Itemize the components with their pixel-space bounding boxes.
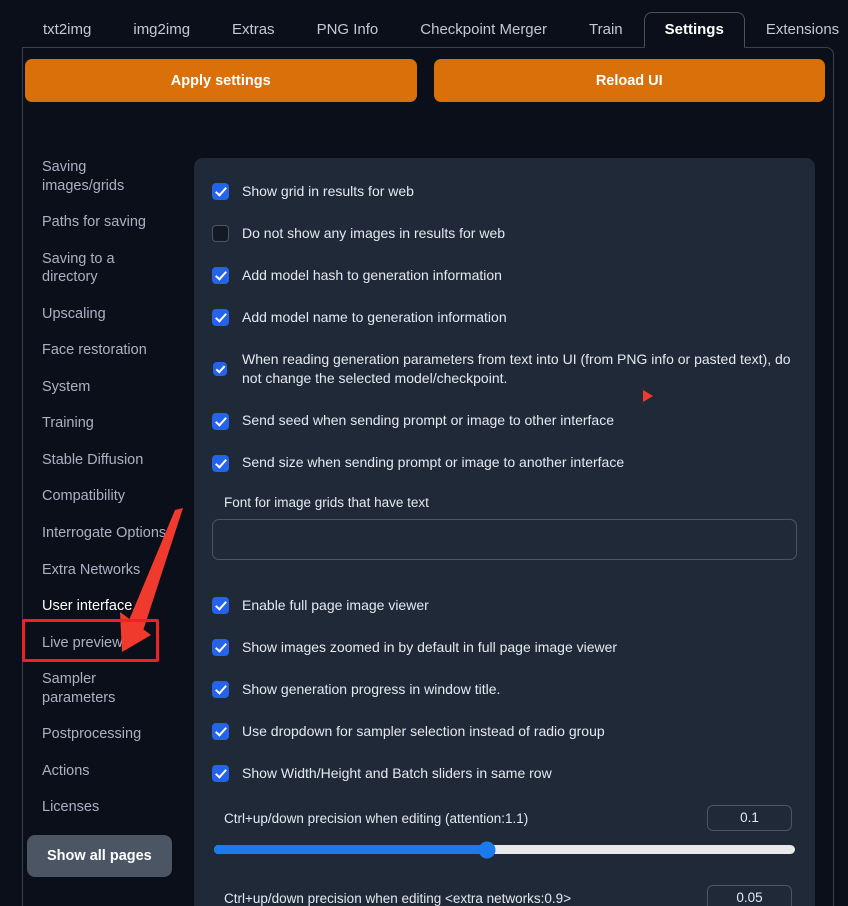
action-button-row: Apply settings Reload UI (25, 59, 825, 102)
checkbox-label: Send seed when sending prompt or image t… (242, 412, 615, 429)
sidebar-item-stable-diffusion[interactable]: Stable Diffusion (26, 451, 171, 470)
checkbox-row[interactable]: Show generation progress in window title… (212, 680, 797, 700)
checkbox-row[interactable]: Use dropdown for sampler selection inste… (212, 722, 797, 742)
active-tab-seam (580, 0, 690, 1)
sidebar-item-compatibility[interactable]: Compatibility (26, 487, 171, 506)
sidebar-item-user-interface[interactable]: User interface (26, 597, 171, 616)
checkbox-checked-icon[interactable] (212, 723, 229, 741)
tab-train[interactable]: Train (568, 12, 644, 48)
checkbox-checked-icon[interactable] (212, 309, 229, 327)
checkbox-row[interactable]: Show grid in results for web (212, 182, 797, 202)
slider-value-input[interactable]: 0.1 (707, 805, 792, 832)
checkbox-label: Show Width/Height and Batch sliders in s… (242, 764, 552, 781)
slider-header: Ctrl+up/down precision when editing <ext… (212, 885, 797, 906)
checkbox-row[interactable]: Add model hash to generation information (212, 266, 797, 286)
checkbox-checked-icon[interactable] (212, 597, 229, 615)
checkbox-label: Add model name to generation information (242, 308, 507, 325)
reload-ui-button[interactable]: Reload UI (433, 59, 825, 102)
sidebar-item-paths-for-saving[interactable]: Paths for saving (26, 213, 171, 232)
checkbox-label: Send size when sending prompt or image t… (242, 454, 625, 471)
checkbox-row[interactable]: Do not show any images in results for we… (212, 224, 797, 244)
checkbox-label: When reading generation parameters from … (242, 350, 791, 387)
sidebar-item-training[interactable]: Training (26, 414, 171, 433)
show-all-pages-wrap: Show all pages (26, 834, 186, 877)
slider-fill (214, 845, 488, 855)
user-interface-settings-panel: Show grid in results for web Do not show … (194, 158, 815, 906)
tab-extras[interactable]: Extras (211, 12, 296, 48)
tab-checkpoint-merger[interactable]: Checkpoint Merger (399, 12, 568, 48)
apply-settings-button[interactable]: Apply settings (25, 59, 417, 102)
show-all-pages-button[interactable]: Show all pages (27, 834, 172, 877)
checkbox-row[interactable]: Show images zoomed in by default in full… (212, 638, 797, 658)
sidebar-item-sampler-parameters[interactable]: Sampler parameters (26, 670, 171, 707)
checkbox-checked-icon[interactable] (213, 362, 227, 377)
settings-sidebar: Saving images/grids Paths for saving Savin… (26, 158, 186, 877)
checkbox-row[interactable]: Send seed when sending prompt or image t… (212, 411, 797, 431)
checkbox-checked-icon[interactable] (212, 639, 229, 657)
slider-track[interactable] (214, 841, 795, 859)
slider-thumb[interactable] (478, 841, 496, 859)
tab-extensions[interactable]: Extensions (745, 12, 848, 48)
slider-value-input[interactable]: 0.05 (707, 885, 792, 906)
sidebar-item-interrogate-options[interactable]: Interrogate Options (26, 524, 171, 543)
checkbox-row[interactable]: Enable full page image viewer (212, 596, 797, 616)
checkbox-row[interactable]: Show Width/Height and Batch sliders in s… (212, 764, 797, 784)
slider-label: Ctrl+up/down precision when editing <ext… (224, 890, 572, 906)
sidebar-item-postprocessing[interactable]: Postprocessing (26, 725, 171, 744)
sidebar-item-saving-to-a-directory[interactable]: Saving to a directory (26, 250, 171, 287)
sidebar-item-saving-images-grids[interactable]: Saving images/grids (26, 158, 171, 195)
sidebar-item-extra-networks[interactable]: Extra Networks (26, 561, 171, 580)
checkbox-label: Do not show any images in results for we… (242, 224, 506, 241)
tab-png-info[interactable]: PNG Info (296, 12, 400, 48)
checkbox-label: Enable full page image viewer (242, 597, 429, 613)
font-for-image-grids-input[interactable] (212, 519, 797, 560)
checkbox-checked-icon[interactable] (212, 412, 229, 430)
sidebar-item-actions[interactable]: Actions (26, 762, 171, 781)
slider-label: Ctrl+up/down precision when editing (att… (224, 810, 529, 826)
checkbox-checked-icon[interactable] (212, 454, 229, 472)
sidebar-item-licenses[interactable]: Licenses (26, 798, 171, 817)
slider-block: Ctrl+up/down precision when editing (att… (212, 805, 797, 859)
checkbox-label: Show images zoomed in by default in full… (242, 638, 618, 655)
checkbox-checked-icon[interactable] (212, 681, 229, 699)
checkbox-label: Show generation progress in window title… (242, 680, 501, 697)
checkbox-checked-icon[interactable] (212, 267, 229, 285)
tab-settings[interactable]: Settings (643, 12, 745, 48)
sidebar-item-live-previews[interactable]: Live previews (26, 634, 171, 653)
font-field-label: Font for image grids that have text (224, 495, 429, 510)
checkbox-row[interactable]: Add model name to generation information (212, 308, 797, 328)
checkbox-unchecked-icon[interactable] (212, 225, 229, 243)
checkbox-row[interactable]: Send size when sending prompt or image t… (212, 453, 797, 473)
checkbox-checked-icon[interactable] (212, 764, 229, 782)
checkbox-row[interactable]: When reading generation parameters from … (212, 350, 797, 390)
checkbox-label: Use dropdown for sampler selection inste… (242, 722, 605, 739)
sidebar-item-system[interactable]: System (26, 378, 171, 397)
main-tab-bar: txt2img img2img Extras PNG Info Checkpoint M… (22, 10, 839, 48)
slider-block: Ctrl+up/down precision when editing <ext… (212, 885, 797, 906)
checkbox-checked-icon[interactable] (212, 183, 229, 201)
tab-img2img[interactable]: img2img (112, 12, 211, 48)
checkbox-label: Add model hash to generation information (242, 266, 502, 283)
checkbox-label: Show grid in results for web (242, 183, 414, 199)
settings-page: txt2img img2img Extras PNG Info Checkpoint M… (0, 0, 848, 906)
sidebar-item-face-restoration[interactable]: Face restoration (26, 341, 171, 360)
sidebar-item-upscaling[interactable]: Upscaling (26, 305, 171, 324)
slider-header: Ctrl+up/down precision when editing (att… (212, 805, 797, 832)
tab-txt2img[interactable]: txt2img (22, 12, 112, 48)
